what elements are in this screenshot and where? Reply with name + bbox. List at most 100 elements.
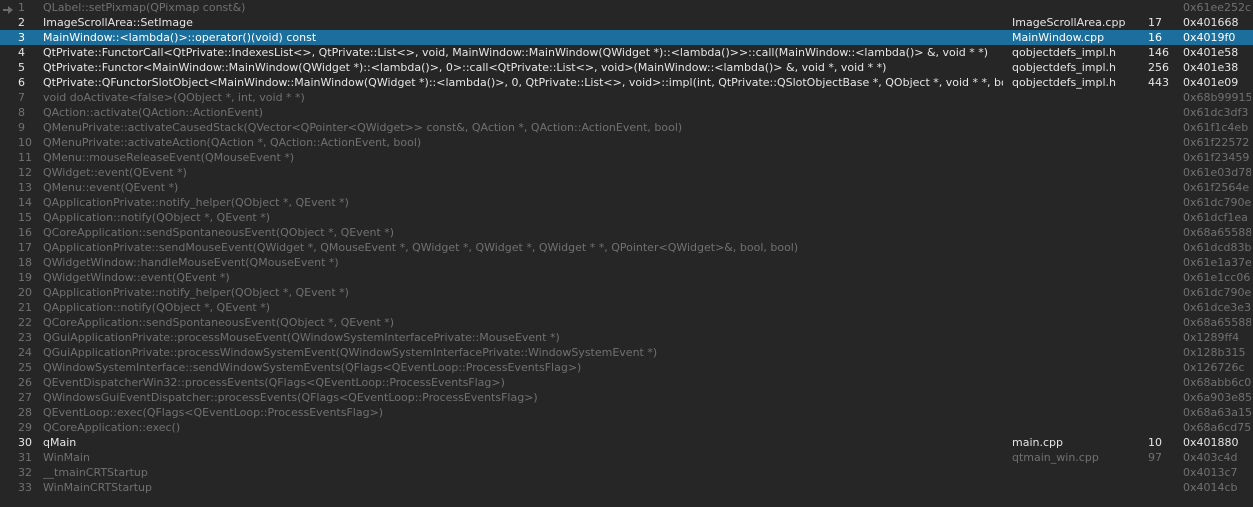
frame-address: 0x61dc3df3 [1183, 106, 1249, 119]
stack-frame-row[interactable]: 10 QMenuPrivate::activateAction(QAction *… [0, 135, 1253, 150]
frame-level: 32 [18, 466, 32, 479]
stack-frame-row[interactable]: 13 QMenu::event(QEvent *) 0x61f2564e [0, 180, 1253, 195]
frame-level: 4 [18, 46, 25, 59]
frame-function: QGuiApplicationPrivate::processWindowSys… [43, 346, 658, 359]
frame-level: 31 [18, 451, 32, 464]
frame-address: 0x61e1cc06 [1183, 271, 1251, 284]
frame-level: 25 [18, 361, 32, 374]
frame-file: main.cpp [1012, 436, 1063, 449]
frame-function: QWidgetWindow::handleMouseEvent(QMouseEv… [43, 256, 339, 269]
frame-line: 10 [1148, 436, 1162, 449]
frame-level: 30 [18, 436, 32, 449]
frame-address: 0x68abb6c0 [1183, 376, 1251, 389]
stack-view: 1 QLabel::setPixmap(QPixmap const&) 0x61ee… [0, 0, 1253, 507]
stack-frame-row[interactable]: 8 QAction::activate(QAction::ActionEvent)… [0, 105, 1253, 120]
frame-function: QAction::activate(QAction::ActionEvent) [43, 106, 264, 119]
stack-frame-row[interactable]: 30 qMain main.cpp 10 0x401880 [0, 435, 1253, 450]
frame-level: 26 [18, 376, 32, 389]
stack-frame-row[interactable]: 33 WinMainCRTStartup 0x4014cb [0, 480, 1253, 495]
frame-address: 0x68a65588 [1183, 226, 1251, 239]
frame-address: 0x61dc790e [1183, 196, 1251, 209]
frame-level: 13 [18, 181, 32, 194]
right-arrow-icon [3, 6, 13, 14]
frame-function: QtPrivate::FunctorCall<QtPrivate::Indexe… [43, 46, 989, 59]
stack-frame-row[interactable]: 18 QWidgetWindow::handleMouseEvent(QMouse… [0, 255, 1253, 270]
stack-frame-row[interactable]: 4 QtPrivate::FunctorCall<QtPrivate::Index… [0, 45, 1253, 60]
frame-function: qMain [43, 436, 77, 449]
frame-level: 28 [18, 406, 32, 419]
frame-level: 1 [18, 1, 25, 14]
stack-frame-row[interactable]: 1 QLabel::setPixmap(QPixmap const&) 0x61ee… [0, 0, 1253, 15]
frame-line: 17 [1148, 16, 1162, 29]
frame-address: 0x4014cb [1183, 481, 1238, 494]
frame-function: QMenuPrivate::activateAction(QAction *, … [43, 136, 422, 149]
frame-function: QEventLoop::exec(QFlags<QEventLoop::Proc… [43, 406, 384, 419]
stack-frame-row[interactable]: 14 QApplicationPrivate::notify_helper(QOb… [0, 195, 1253, 210]
frame-address: 0x61e03d78 [1183, 166, 1251, 179]
frame-line: 97 [1148, 451, 1162, 464]
frame-address: 0x401e38 [1183, 61, 1239, 74]
frame-level: 5 [18, 61, 25, 74]
stack-frame-row[interactable]: 31 WinMain qtmain_win.cpp 97 0x403c4d [0, 450, 1253, 465]
frame-address: 0x401880 [1183, 436, 1239, 449]
frame-level: 16 [18, 226, 32, 239]
frame-function: QApplicationPrivate::notify_helper(QObje… [43, 196, 349, 209]
frame-address: 0x61ee252c [1183, 1, 1251, 14]
stack-frame-row[interactable]: 28 QEventLoop::exec(QFlags<QEventLoop::Pr… [0, 405, 1253, 420]
frame-level: 20 [18, 286, 32, 299]
frame-level: 29 [18, 421, 32, 434]
frame-function: QWidgetWindow::event(QEvent *) [43, 271, 230, 284]
frame-level: 2 [18, 16, 25, 29]
frame-address: 0x61e1a37e [1183, 256, 1251, 269]
frame-address: 0x61f23459 [1183, 151, 1250, 164]
frame-file: qobjectdefs_impl.h [1012, 76, 1117, 89]
stack-frame-row[interactable]: 15 QApplication::notify(QObject *, QEvent… [0, 210, 1253, 225]
stack-frame-row[interactable]: 20 QApplicationPrivate::notify_helper(QOb… [0, 285, 1253, 300]
stack-frame-row[interactable]: 32 __tmainCRTStartup 0x4013c7 [0, 465, 1253, 480]
stack-frame-row[interactable]: 7 void doActivate<false>(QObject *, int, … [0, 90, 1253, 105]
frame-level: 15 [18, 211, 32, 224]
stack-frame-row[interactable]: 24 QGuiApplicationPrivate::processWindowS… [0, 345, 1253, 360]
frame-file: qobjectdefs_impl.h [1012, 61, 1117, 74]
frame-address: 0x6a903e85 [1183, 391, 1251, 404]
frame-function: QWindowsGuiEventDispatcher::processEvent… [43, 391, 538, 404]
frame-address: 0x126726c [1183, 361, 1245, 374]
stack-frame-row[interactable]: 11 QMenu::mouseReleaseEvent(QMouseEvent *… [0, 150, 1253, 165]
stack-frame-row[interactable]: 17 QApplicationPrivate::sendMouseEvent(QW… [0, 240, 1253, 255]
frame-address: 0x401e58 [1183, 46, 1239, 59]
stack-frame-row[interactable]: 22 QCoreApplication::sendSpontaneousEvent… [0, 315, 1253, 330]
stack-frame-row[interactable]: 27 QWindowsGuiEventDispatcher::processEve… [0, 390, 1253, 405]
stack-frame-row[interactable]: 12 QWidget::event(QEvent *) 0x61e03d78 [0, 165, 1253, 180]
stack-frame-row[interactable]: 26 QEventDispatcherWin32::processEvents(Q… [0, 375, 1253, 390]
frame-function: MainWindow::<lambda()>::operator()(void)… [43, 31, 317, 44]
stack-frame-row[interactable]: 16 QCoreApplication::sendSpontaneousEvent… [0, 225, 1253, 240]
frame-function: QApplication::notify(QObject *, QEvent *… [43, 211, 271, 224]
stack-frame-row[interactable]: 2 ImageScrollArea::SetImage ImageScrollAre… [0, 15, 1253, 30]
stack-frame-row[interactable]: 21 QApplication::notify(QObject *, QEvent… [0, 300, 1253, 315]
stack-frame-row[interactable]: 25 QWindowSystemInterface::sendWindowSyst… [0, 360, 1253, 375]
frame-function: QCoreApplication::sendSpontaneousEvent(Q… [43, 226, 395, 239]
frame-function: QWindowSystemInterface::sendWindowSystem… [43, 361, 582, 374]
frame-line: 16 [1148, 31, 1162, 44]
stack-frame-row[interactable]: 3 MainWindow::<lambda()>::operator()(void… [0, 30, 1253, 45]
frame-address: 0x403c4d [1183, 451, 1238, 464]
frame-line: 256 [1148, 61, 1169, 74]
frame-address: 0x401e09 [1183, 76, 1239, 89]
frame-address: 0x4019f0 [1183, 31, 1236, 44]
frame-line: 443 [1148, 76, 1169, 89]
frame-address: 0x68a63a15 [1183, 406, 1251, 419]
frame-address: 0x401668 [1183, 16, 1239, 29]
frame-line: 146 [1148, 46, 1169, 59]
stack-frame-row[interactable]: 6 QtPrivate::QFunctorSlotObject<MainWindo… [0, 75, 1253, 90]
stack-frame-row[interactable]: 5 QtPrivate::Functor<MainWindow::MainWind… [0, 60, 1253, 75]
stack-frame-row[interactable]: 29 QCoreApplication::exec() 0x68a6cd75 [0, 420, 1253, 435]
stack-frame-row[interactable]: 23 QGuiApplicationPrivate::processMouseEv… [0, 330, 1253, 345]
frame-address: 0x128b315 [1183, 346, 1246, 359]
stack-frame-row[interactable]: 19 QWidgetWindow::event(QEvent *) 0x61e1cc… [0, 270, 1253, 285]
frame-file: MainWindow.cpp [1012, 31, 1105, 44]
frame-file: qtmain_win.cpp [1012, 451, 1099, 464]
frame-address: 0x68a6cd75 [1183, 421, 1251, 434]
stack-frame-row[interactable]: 9 QMenuPrivate::activateCausedStack(QVect… [0, 120, 1253, 135]
frame-function: ImageScrollArea::SetImage [43, 16, 193, 29]
frame-level: 12 [18, 166, 32, 179]
